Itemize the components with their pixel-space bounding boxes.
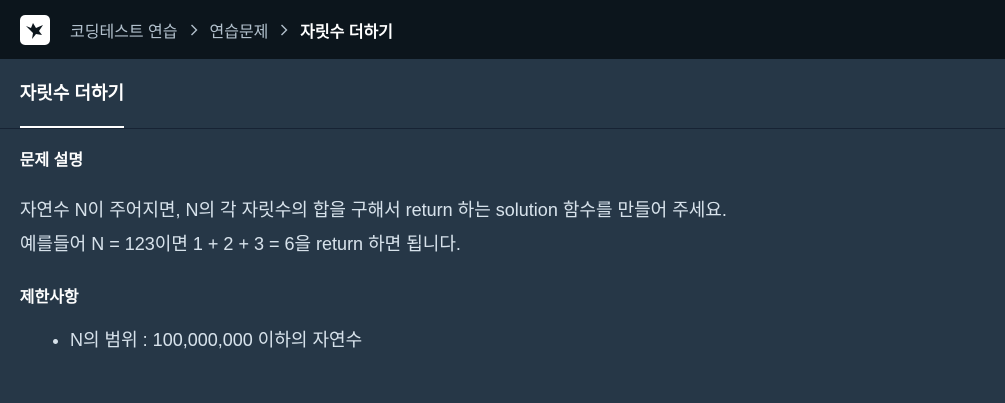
description-line: 예를들어 N = 123이면 1 + 2 + 3 = 6을 return 하면 … [20,234,461,254]
chevron-right-icon [190,24,198,36]
problem-description: 자연수 N이 주어지면, N의 각 자릿수의 합을 구해서 return 하는 … [20,193,985,261]
constraints-section: 제한사항 N의 범위 : 100,000,000 이하의 자연수 [20,287,985,355]
bird-logo-icon [26,22,43,39]
breadcrumb-item-practice[interactable]: 연습문제 [210,18,269,42]
tab-bar: 자릿수 더하기 [0,59,1005,129]
breadcrumb-current: 자릿수 더하기 [300,23,394,41]
constraints-list: N의 범위 : 100,000,000 이하의 자연수 [20,325,985,355]
chevron-right-icon [280,24,288,36]
breadcrumb-item-coding-test[interactable]: 코딩테스트 연습 [70,18,178,42]
problem-content: 문제 설명 자연수 N이 주어지면, N의 각 자릿수의 합을 구해서 retu… [0,129,1005,355]
description-line: 자연수 N이 주어지면, N의 각 자릿수의 합을 구해서 return 하는 … [20,200,727,220]
problem-description-heading: 문제 설명 [20,152,84,169]
breadcrumb: 코딩테스트 연습 연습문제 자릿수 더하기 [70,18,393,42]
tab-problem[interactable]: 자릿수 더하기 [20,58,125,128]
constraint-item: N의 범위 : 100,000,000 이하의 자연수 [70,325,985,355]
constraints-heading: 제한사항 [20,289,79,306]
top-navigation-bar: 코딩테스트 연습 연습문제 자릿수 더하기 [0,0,1005,59]
logo-icon[interactable] [20,14,50,45]
